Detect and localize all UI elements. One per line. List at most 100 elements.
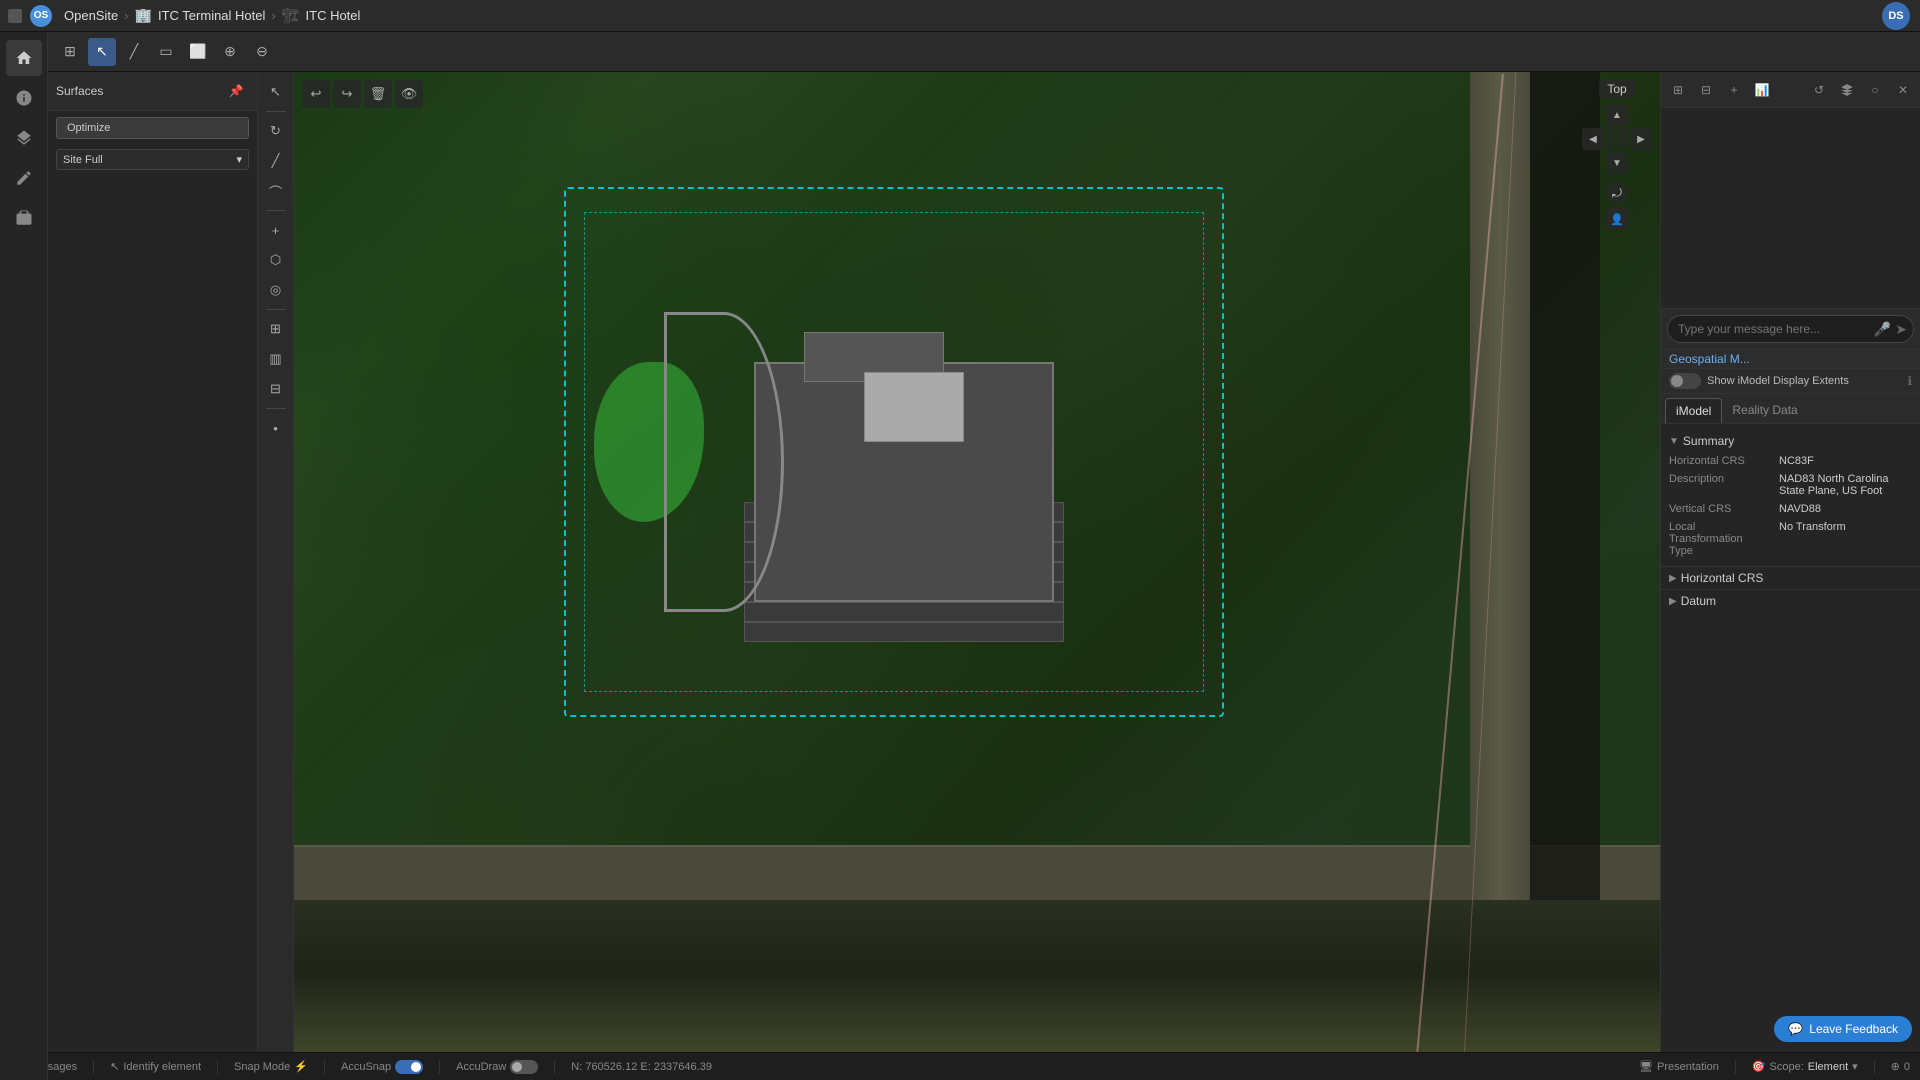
workspace: Surfaces 📌 Optimize Site Full ▾ ↖ ↻ ╱ ⌒ (48, 72, 1920, 1080)
summary-header[interactable]: ▼ Summary (1669, 430, 1912, 452)
right-panel: ⊞ ⊟ + 📊 ↺ ○ ✕ (1660, 72, 1920, 1080)
local-transform-value: No Transform (1779, 521, 1846, 557)
count-value: 0 (1904, 1061, 1910, 1073)
accudraw-toggle[interactable]: AccuDraw (456, 1060, 538, 1074)
horizontal-crs-section-label: Horizontal CRS (1681, 571, 1764, 585)
tab-reality-data[interactable]: Reality Data (1722, 398, 1807, 423)
horizontal-crs-label: Horizontal CRS (1669, 455, 1779, 467)
sidebar-home-icon[interactable] (6, 40, 42, 76)
surfaces-panel-header: Surfaces 📌 (48, 72, 257, 111)
toolbar-select-icon[interactable]: ↖ (88, 38, 116, 66)
breadcrumb-current[interactable]: ITC Hotel (306, 8, 361, 23)
draw-hex-tool[interactable]: ⬡ (262, 246, 290, 274)
site-select[interactable]: Site Full ▾ (56, 149, 249, 170)
draw-dot-tool[interactable]: • (262, 414, 290, 442)
vertical-crs-label: Vertical CRS (1669, 503, 1779, 515)
nav-up-arrow[interactable]: ▲ (1606, 104, 1628, 126)
main-toolbar: ⊞ ↖ ╱ ▭ ⬜ ⊕ ⊖ (48, 32, 1920, 72)
breadcrumb: OpenSite › 🏢 ITC Terminal Hotel › 🏗 ITC … (64, 7, 360, 24)
sidebar-info-icon[interactable] (6, 80, 42, 116)
right-panel-close[interactable]: ✕ (1890, 77, 1916, 103)
snap-mode-item[interactable]: Snap Mode ⚡ (234, 1060, 308, 1073)
toolbar-rect-icon[interactable]: ▭ (152, 38, 180, 66)
vertical-crs-row: Vertical CRS NAVD88 (1669, 500, 1912, 518)
draw-circle-tool[interactable]: ◎ (262, 276, 290, 304)
view-label: Top (1599, 80, 1634, 98)
right-tool-chart[interactable]: 📊 (1749, 77, 1775, 103)
coordinates-display: N: 760526.12 E: 2337646.39 (571, 1061, 712, 1073)
user-avatar[interactable]: DS (1882, 2, 1910, 30)
draw-plus-tool[interactable]: + (262, 216, 290, 244)
tab-imodel[interactable]: iModel (1665, 398, 1722, 423)
send-icon[interactable]: ➤ (1895, 321, 1907, 338)
map-viewport[interactable]: ↩ ↪ 🗑 👁 Top ▲ ◀ ▶ ▼ ⤾ 👤 (294, 72, 1660, 1080)
identify-element-item[interactable]: ↖ Identify element (110, 1060, 201, 1073)
sidebar-briefcase-icon[interactable] (6, 200, 42, 236)
chat-input-container: 🎤 ➤ (1667, 315, 1914, 343)
draw-table-tool[interactable]: ▥ (262, 345, 290, 373)
right-tool-circle[interactable]: ○ (1862, 77, 1888, 103)
horizontal-crs-section[interactable]: ▶ Horizontal CRS (1661, 566, 1920, 589)
titlebar: OS OpenSite › 🏢 ITC Terminal Hotel › 🏗 I… (0, 0, 1920, 32)
toolbar-add-icon[interactable]: ⊕ (216, 38, 244, 66)
draw-line-tool[interactable]: ╱ (262, 147, 290, 175)
toolbar-line-icon[interactable]: ╱ (120, 38, 148, 66)
mic-icon[interactable]: 🎤 (1874, 321, 1891, 338)
info-icon[interactable]: ℹ (1907, 374, 1912, 388)
person-icon[interactable]: 👤 (1606, 208, 1628, 230)
right-scroll-area: ▼ Summary Horizontal CRS NC83F Descripti… (1661, 424, 1920, 1080)
right-tool-1[interactable]: ⊞ (1665, 77, 1691, 103)
cursor-icon: ↖ (110, 1060, 119, 1073)
scope-select[interactable]: Element (1808, 1061, 1848, 1073)
local-transform-label: LocalTransformationType (1669, 521, 1779, 557)
surfaces-title: Surfaces (56, 84, 103, 98)
right-tool-2[interactable]: ⊟ (1693, 77, 1719, 103)
window-controls[interactable] (8, 9, 22, 23)
accusnap-toggle[interactable]: AccuSnap (341, 1060, 423, 1074)
chat-input-field[interactable] (1678, 322, 1881, 336)
accudraw-switch[interactable] (510, 1060, 538, 1074)
datum-section[interactable]: ▶ Datum (1661, 589, 1920, 612)
extents-toggle[interactable] (1669, 373, 1701, 389)
snap-mode-label: Snap Mode (234, 1061, 290, 1073)
sidebar-edit-icon[interactable] (6, 160, 42, 196)
breadcrumb-app: OpenSite (64, 8, 118, 23)
map-navigation: Top ▲ ◀ ▶ ▼ ⤾ 👤 (1582, 80, 1652, 230)
right-tool-layers[interactable] (1834, 77, 1860, 103)
optimize-button[interactable]: Optimize (56, 117, 249, 139)
draw-grid-tool[interactable]: ⊞ (262, 315, 290, 343)
scope-label: Scope: (1770, 1061, 1804, 1073)
delete-button[interactable]: 🗑 (364, 80, 392, 108)
leave-feedback-button[interactable]: 💬 Leave Feedback (1774, 1016, 1912, 1042)
toolbar-remove-icon[interactable]: ⊖ (248, 38, 276, 66)
sidebar-layers-icon[interactable] (6, 120, 42, 156)
accusnap-switch[interactable] (395, 1060, 423, 1074)
draw-select-tool[interactable]: ↖ (262, 78, 290, 106)
panel-pin-icon[interactable]: 📌 (223, 78, 249, 104)
draw-arc-tool[interactable]: ⌒ (262, 177, 290, 205)
nav-left-arrow[interactable]: ◀ (1582, 128, 1604, 150)
coordinates-item: N: 760526.12 E: 2337646.39 (571, 1061, 712, 1073)
rotate-icon[interactable]: ⤾ (1606, 182, 1628, 204)
scope-icon: 🎯 (1752, 1060, 1766, 1073)
content-area: ⊞ ↖ ╱ ▭ ⬜ ⊕ ⊖ Surfaces 📌 Optimize Site F… (48, 32, 1920, 1080)
accudraw-label: AccuDraw (456, 1061, 506, 1073)
undo-button[interactable]: ↩ (302, 80, 330, 108)
description-value: NAD83 North Carolina State Plane, US Foo… (1779, 473, 1912, 497)
horizontal-crs-value: NC83F (1779, 455, 1814, 467)
app-logo: OS (30, 5, 52, 27)
nav-down-arrow[interactable]: ▼ (1606, 152, 1628, 174)
view-button[interactable]: 👁 (395, 80, 423, 108)
draw-rotate-tool[interactable]: ↻ (262, 117, 290, 145)
draw-minus-tool[interactable]: ⊟ (262, 375, 290, 403)
breadcrumb-project[interactable]: ITC Terminal Hotel (158, 8, 265, 23)
summary-label: Summary (1683, 434, 1734, 448)
right-tool-3[interactable]: + (1721, 77, 1747, 103)
toolbar-place-icon[interactable]: ⬜ (184, 38, 212, 66)
right-tool-refresh[interactable]: ↺ (1806, 77, 1832, 103)
scope-item: 🎯 Scope: Element ▾ (1752, 1060, 1858, 1073)
toolbar-grid-icon[interactable]: ⊞ (56, 38, 84, 66)
geospatial-label[interactable]: Geospatial M... (1669, 352, 1750, 366)
nav-right-arrow[interactable]: ▶ (1630, 128, 1652, 150)
redo-button[interactable]: ↪ (333, 80, 361, 108)
